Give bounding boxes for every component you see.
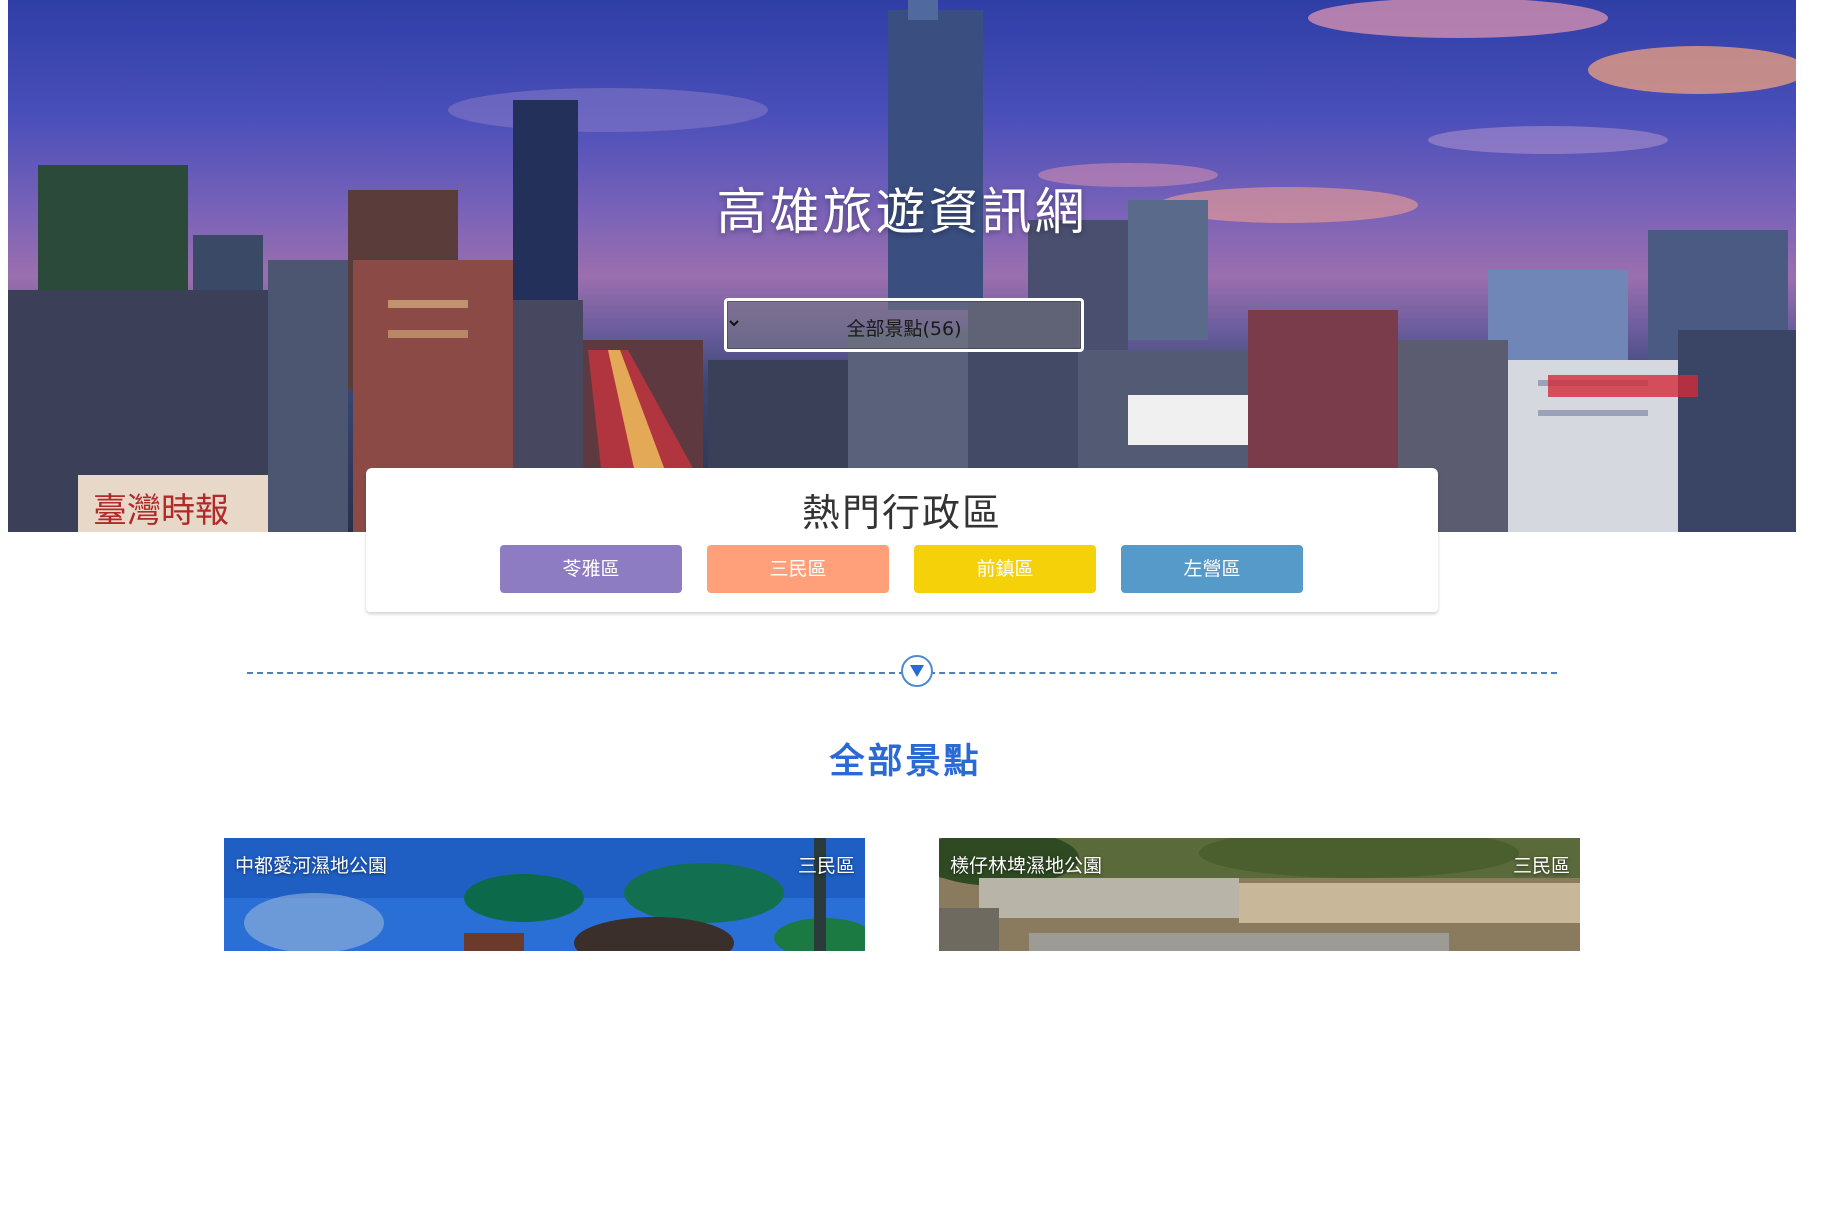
- svg-text:臺灣時報: 臺灣時報: [93, 491, 229, 531]
- spot-zone: 三民區: [1512, 855, 1570, 877]
- spot-zone: 三民區: [797, 855, 855, 877]
- page-viewport: 臺灣時報 高雄旅遊資訊網 全部景點(56) 熱門行政區 苓雅區 三民區 前鎮區 …: [0, 0, 1811, 951]
- popular-districts-card: 熱門行政區 苓雅區 三民區 前鎮區 左營區: [366, 468, 1438, 612]
- hero-banner: 臺灣時報 高雄旅遊資訊網 全部景點(56): [8, 0, 1796, 532]
- spot-card[interactable]: 檨仔林埤濕地公園 三民區: [939, 838, 1580, 951]
- district-button-lingya[interactable]: 苓雅區: [500, 545, 682, 593]
- district-button-sanmin[interactable]: 三民區: [707, 545, 889, 593]
- district-select-value: 全部景點(56): [846, 318, 962, 340]
- district-button-zuoying[interactable]: 左營區: [1121, 545, 1303, 593]
- spot-name: 中都愛河濕地公園: [235, 855, 388, 877]
- district-select[interactable]: 全部景點(56): [724, 298, 1084, 352]
- scroll-down-button[interactable]: [901, 655, 933, 687]
- triangle-down-icon: [910, 665, 924, 677]
- spot-card[interactable]: 中都愛河濕地公園 三民區: [224, 838, 865, 951]
- chevron-down-icon: [729, 320, 739, 327]
- spot-name: 檨仔林埤濕地公園: [950, 855, 1103, 877]
- site-title: 高雄旅遊資訊網: [716, 183, 1088, 241]
- district-button-qianzhen[interactable]: 前鎮區: [914, 545, 1096, 593]
- city-skyline-image: 臺灣時報: [8, 0, 1796, 532]
- popular-districts-title: 熱門行政區: [801, 491, 1002, 535]
- section-title: 全部景點: [829, 742, 982, 782]
